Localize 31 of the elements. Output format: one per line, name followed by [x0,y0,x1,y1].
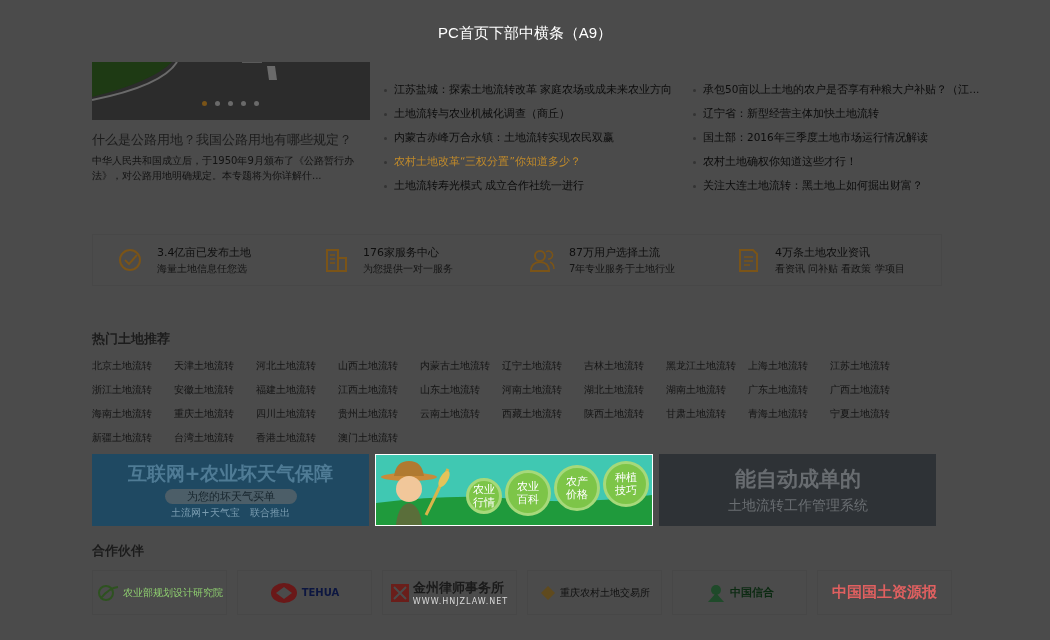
ad-banner[interactable]: 农业行情 农业百科 农产价格 种植技巧 [375,454,653,526]
emblem-icon [269,581,298,604]
carousel-dot[interactable] [254,101,259,106]
partner-logo[interactable]: 中国信合 [672,570,807,615]
emblem-icon [390,583,409,602]
carousel-dot[interactable] [202,101,207,106]
diamond-emblem-icon [539,584,556,601]
category-badge[interactable]: 农业行情 [466,478,502,514]
partner-logo[interactable]: 农业部规划设计研究院 [92,570,227,615]
users-icon [529,247,555,273]
carousel-dot[interactable] [241,101,246,106]
overlay-title: PC首页下部中横条（A9） [437,24,613,43]
emblem-icon [705,582,726,603]
partner-logo-text: TEHUA [301,587,340,598]
partner-logo[interactable]: 中国国土资源报 [817,570,952,615]
partner-logo[interactable]: TEHUA [237,570,372,615]
carousel-dot[interactable] [228,101,233,106]
news-link[interactable]: 农村土地改革“三权分置”你知道多少？ [394,155,581,169]
check-circle-icon [117,247,143,273]
carousel-dot[interactable] [215,101,220,106]
banner-caption: 土流网+天气宝 联合推出 [171,505,290,520]
category-badge[interactable]: 农业百科 [505,470,551,516]
partner-logo-text: 农业部规划设计研究院 [122,585,223,600]
category-badge[interactable]: 种植技巧 [603,461,649,507]
leaf-emblem-icon [96,583,119,602]
category-badge[interactable]: 农产价格 [554,465,600,511]
partner-logo-text: 中国信合 [729,585,774,600]
banner-headline: 能自动成单的 [734,466,861,493]
partner-logo-url: WWW.HNJZLAW.NET [412,597,509,606]
building-icon [323,247,349,273]
partner-logo-text: 中国国土资源报 [832,583,937,602]
